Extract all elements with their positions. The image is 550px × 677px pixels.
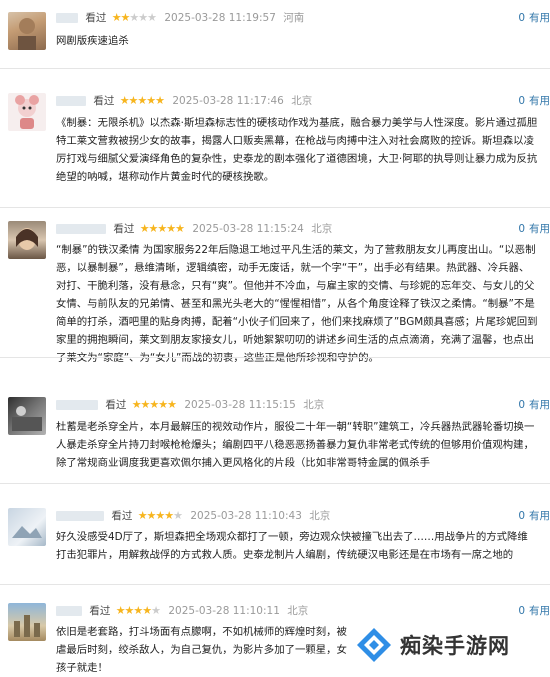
review-location: 北京 bbox=[287, 605, 309, 617]
rating-stars: ★★★★★ bbox=[137, 509, 183, 522]
review-time: 2025-03-28 11:19:57 bbox=[164, 12, 276, 24]
useful-count: 0 bbox=[518, 223, 525, 235]
watched-status: 看过 bbox=[85, 12, 107, 24]
useful-button[interactable]: 有用 bbox=[529, 223, 550, 235]
review-location: 北京 bbox=[291, 95, 313, 107]
divider bbox=[0, 483, 550, 484]
avatar[interactable] bbox=[8, 603, 46, 641]
review-header: 看过 ★★★★★ 2025-03-28 11:10:11 北京 bbox=[56, 603, 536, 619]
review-header: 看过 ★★★★★ 2025-03-28 11:15:15 北京 bbox=[56, 397, 536, 413]
useful-vote[interactable]: 0 有用 bbox=[518, 10, 550, 25]
watched-status: 看过 bbox=[111, 510, 133, 522]
watched-status: 看过 bbox=[93, 95, 115, 107]
useful-count: 0 bbox=[518, 605, 525, 617]
avatar[interactable] bbox=[8, 508, 46, 546]
review-location: 北京 bbox=[303, 399, 325, 411]
review-content: 网剧版疾速追杀 bbox=[56, 35, 129, 47]
username[interactable] bbox=[56, 96, 86, 106]
useful-button[interactable]: 有用 bbox=[529, 605, 550, 617]
divider bbox=[0, 68, 550, 69]
watermark-logo-icon bbox=[357, 628, 391, 662]
review-time: 2025-03-28 11:17:46 bbox=[172, 95, 284, 107]
review-header: 看过 ★★★★★ 2025-03-28 11:15:24 北京 bbox=[56, 221, 536, 237]
review-time: 2025-03-28 11:10:43 bbox=[190, 510, 302, 522]
site-watermark: 痴染手游网 bbox=[354, 623, 544, 667]
useful-button[interactable]: 有用 bbox=[529, 12, 550, 24]
review-time: 2025-03-28 11:15:15 bbox=[184, 399, 296, 411]
avatar[interactable] bbox=[8, 93, 46, 131]
divider bbox=[0, 357, 550, 358]
avatar[interactable] bbox=[8, 221, 46, 259]
useful-button[interactable]: 有用 bbox=[529, 95, 550, 107]
rating-stars: ★★★★★ bbox=[139, 222, 185, 235]
review-time: 2025-03-28 11:10:11 bbox=[168, 605, 280, 617]
watched-status: 看过 bbox=[89, 605, 111, 617]
username[interactable] bbox=[56, 13, 78, 23]
useful-vote[interactable]: 0 有用 bbox=[518, 508, 550, 523]
review-location: 河南 bbox=[283, 12, 305, 24]
useful-vote[interactable]: 0 有用 bbox=[518, 397, 550, 412]
avatar[interactable] bbox=[8, 397, 46, 435]
rating-stars: ★★★★★ bbox=[115, 604, 161, 617]
useful-vote[interactable]: 0 有用 bbox=[518, 93, 550, 108]
review-content: 杜蓄是老杀穿全片，本月最解压的视效动作片，服役二十年一朝“转职”建筑工，冷兵器热… bbox=[56, 421, 535, 469]
review-location: 北京 bbox=[309, 510, 331, 522]
rating-stars: ★★★★★ bbox=[119, 94, 165, 107]
useful-button[interactable]: 有用 bbox=[529, 510, 550, 522]
review-content: “制暴”的铁汉柔情 为国家服务22年后隐退工地过平凡生活的莱文，为了营救朋友女儿… bbox=[56, 244, 538, 364]
username[interactable] bbox=[56, 511, 104, 521]
useful-button[interactable]: 有用 bbox=[529, 399, 550, 411]
username[interactable] bbox=[56, 224, 106, 234]
review-header: 看过 ★★★★★ 2025-03-28 11:10:43 北京 bbox=[56, 508, 536, 524]
useful-vote[interactable]: 0 有用 bbox=[518, 221, 550, 236]
review-header: 看过 ★★★★★ 2025-03-28 11:17:46 北京 bbox=[56, 93, 536, 109]
useful-vote[interactable]: 0 有用 bbox=[518, 603, 550, 618]
review-content: 依旧是老套路，打斗场面有点朦啊，不如机械师的辉煌时刻，被虐最后时刻，绞杀敌人，为… bbox=[56, 626, 347, 674]
useful-count: 0 bbox=[518, 95, 525, 107]
divider bbox=[0, 207, 550, 208]
review-time: 2025-03-28 11:15:24 bbox=[192, 223, 304, 235]
username[interactable] bbox=[56, 606, 82, 616]
review-content: 好久没感受4D厅了，斯坦森把全场观众都打了一顿，旁边观众快被撞飞出去了……用战争… bbox=[56, 531, 528, 561]
username[interactable] bbox=[56, 400, 98, 410]
avatar[interactable] bbox=[8, 12, 46, 50]
review-location: 北京 bbox=[311, 223, 333, 235]
watched-status: 看过 bbox=[113, 223, 135, 235]
useful-count: 0 bbox=[518, 510, 525, 522]
watermark-text: 痴染手游网 bbox=[400, 634, 510, 658]
watched-status: 看过 bbox=[105, 399, 127, 411]
useful-count: 0 bbox=[518, 12, 525, 24]
rating-stars: ★★★★★ bbox=[111, 11, 157, 24]
review-content: 《制暴：无限杀机》以杰森·斯坦森标志性的硬核动作戏为基底，融合暴力美学与人性深度… bbox=[56, 117, 538, 183]
divider bbox=[0, 584, 550, 585]
review-header: 看过 ★★★★★ 2025-03-28 11:19:57 河南 bbox=[56, 10, 536, 26]
useful-count: 0 bbox=[518, 399, 525, 411]
rating-stars: ★★★★★ bbox=[131, 398, 177, 411]
